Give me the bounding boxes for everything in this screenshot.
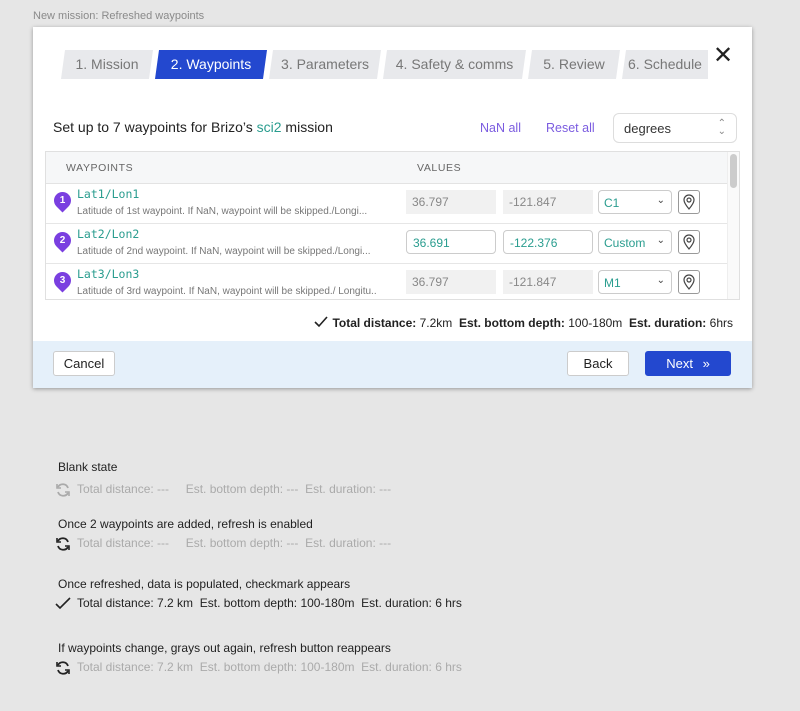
chevron-updown-icon: ⌃ ⌄ (717, 118, 726, 137)
waypoint-name: Lat3/Lon3 (77, 267, 140, 281)
distance-value: 7.2km (416, 316, 453, 330)
depth-value: 100-180m (564, 316, 623, 330)
unit-select[interactable]: degrees ⌃ ⌄ (613, 113, 737, 143)
new-mission-dialog: 1. Mission 2. Waypoints 3. Parameters 4.… (33, 27, 752, 388)
waypoint-marker-icon: 3 (50, 268, 75, 293)
latitude-input[interactable]: 36.797 (406, 190, 496, 214)
waypoint-name: Lat1/Lon1 (77, 187, 140, 201)
reset-all-link[interactable]: Reset all (546, 121, 595, 135)
preset-select[interactable]: Custom ⌄ (598, 230, 672, 254)
tab-waypoints[interactable]: 2. Waypoints (155, 50, 267, 79)
header-values: VALUES (417, 162, 462, 174)
state-summary: Total distance: 7.2 km Est. bottom depth… (55, 660, 462, 676)
map-pin-icon (683, 234, 695, 250)
heading-text: Set up to 7 waypoints for Brizo’s (53, 119, 257, 135)
checkmark-icon (314, 316, 329, 328)
state-title: Once refreshed, data is populated, check… (58, 577, 351, 591)
waypoint-description: Latitude of 1st waypoint. If NaN, waypoi… (77, 206, 368, 217)
state-summary: Total distance: --- Est. bottom depth: -… (55, 482, 391, 498)
route-summary: Total distance: 7.2km Est. bottom depth:… (314, 316, 733, 330)
double-chevron-right-icon: » (702, 356, 710, 371)
scrollbar-thumb[interactable] (730, 154, 737, 188)
waypoint-description: Latitude of 2nd waypoint. If NaN, waypoi… (77, 246, 371, 257)
state-title: Once 2 waypoints are added, refresh is e… (58, 517, 313, 531)
preset-select[interactable]: M1 ⌄ (598, 270, 672, 294)
close-icon[interactable]: ✕ (713, 41, 733, 70)
map-pin-button[interactable] (678, 230, 700, 254)
longitude-input[interactable]: -121.847 (503, 270, 593, 294)
heading-text-suffix: mission (281, 119, 333, 135)
chevron-down-icon: ⌄ (656, 195, 665, 206)
state-summary-text: Total distance: 7.2 km Est. bottom depth… (77, 660, 462, 675)
waypoints-table: WAYPOINTS VALUES 1 Lat1/Lon1 Latitude of… (45, 151, 740, 300)
waypoint-number: 2 (59, 235, 66, 246)
table-row: 1 Lat1/Lon1 Latitude of 1st waypoint. If… (46, 184, 729, 224)
waypoint-number: 1 (59, 195, 66, 206)
preset-value: C1 (604, 196, 620, 210)
table-header: WAYPOINTS VALUES (46, 152, 739, 184)
waypoint-number: 3 (59, 275, 66, 286)
tab-mission[interactable]: 1. Mission (61, 50, 153, 79)
preset-value: M1 (604, 276, 621, 290)
duration-label: Est. duration: (628, 316, 707, 330)
scrollbar[interactable] (727, 152, 739, 299)
waypoint-description: Latitude of 3rd waypoint. If NaN, waypoi… (77, 286, 377, 297)
state-summary: Total distance: --- Est. bottom depth: -… (55, 536, 391, 552)
page-caption: New mission: Refreshed waypoints (33, 10, 205, 22)
longitude-input[interactable]: -121.847 (503, 190, 593, 214)
preset-select[interactable]: C1 ⌄ (598, 190, 672, 214)
refresh-icon[interactable] (55, 536, 71, 552)
header-waypoints: WAYPOINTS (66, 162, 134, 174)
chevron-down-icon: ⌄ (656, 275, 665, 286)
depth-label: Est. bottom depth: (458, 316, 565, 330)
map-pin-button[interactable] (678, 270, 700, 294)
cancel-button[interactable]: Cancel (53, 351, 115, 376)
waypoint-marker-icon: 2 (50, 228, 75, 253)
preset-value: Custom (604, 236, 646, 250)
page-heading: Set up to 7 waypoints for Brizo’s sci2 m… (53, 119, 333, 135)
nan-all-link[interactable]: NaN all (480, 121, 521, 135)
tab-schedule[interactable]: 6. Schedule (622, 50, 708, 79)
tab-safety-comms[interactable]: 4. Safety & comms (383, 50, 526, 79)
mission-name: sci2 (256, 119, 282, 135)
state-summary: Total distance: 7.2 km Est. bottom depth… (55, 596, 462, 611)
dialog-footer: Cancel Back Next » (33, 341, 752, 388)
table-row: 3 Lat3/Lon3 Latitude of 3rd waypoint. If… (46, 264, 729, 299)
state-title: Blank state (58, 460, 118, 474)
unit-value: degrees (624, 121, 671, 136)
state-summary-text: Total distance: 7.2 km Est. bottom depth… (77, 596, 462, 610)
next-label: Next (666, 356, 693, 371)
map-pin-button[interactable] (678, 190, 700, 214)
duration-value: 6hrs (706, 316, 733, 330)
chevron-down-icon: ⌄ (656, 235, 665, 246)
longitude-input[interactable]: -122.376 (503, 230, 593, 254)
waypoint-name: Lat2/Lon2 (77, 227, 140, 241)
state-summary-text: Total distance: --- Est. bottom depth: -… (77, 536, 392, 551)
map-pin-icon (683, 194, 695, 210)
state-summary-text: Total distance: --- Est. bottom depth: -… (77, 482, 392, 497)
back-button[interactable]: Back (567, 351, 629, 376)
table-row: 2 Lat2/Lon2 Latitude of 2nd waypoint. If… (46, 224, 729, 264)
tab-review[interactable]: 5. Review (528, 50, 620, 79)
latitude-input[interactable]: 36.797 (406, 270, 496, 294)
state-title: If waypoints change, grays out again, re… (58, 641, 391, 655)
next-button[interactable]: Next » (645, 351, 731, 376)
checkmark-icon (55, 597, 71, 609)
tab-parameters[interactable]: 3. Parameters (269, 50, 381, 79)
map-pin-icon (683, 274, 695, 290)
latitude-input[interactable]: 36.691 (406, 230, 496, 254)
waypoint-marker-icon: 1 (50, 188, 75, 213)
distance-label: Total distance: (332, 316, 417, 330)
refresh-icon[interactable] (55, 660, 71, 676)
refresh-icon (56, 483, 70, 497)
